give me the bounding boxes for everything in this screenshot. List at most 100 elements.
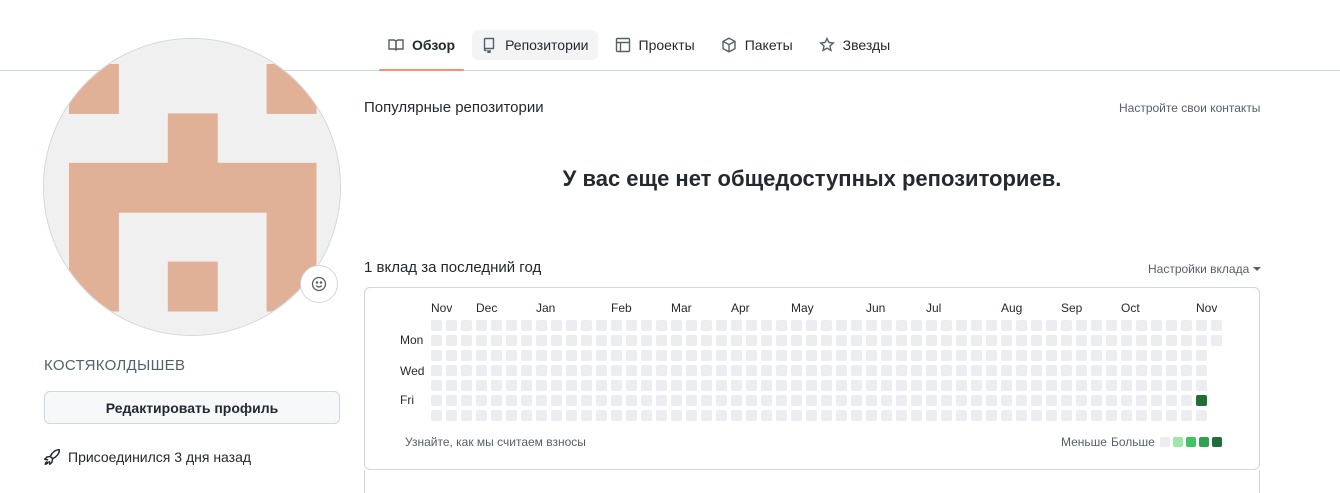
contribution-day-cell[interactable] xyxy=(1091,365,1102,376)
contribution-day-cell[interactable] xyxy=(1166,350,1177,361)
contribution-day-cell[interactable] xyxy=(806,380,817,391)
contribution-day-cell[interactable] xyxy=(491,320,502,331)
tab-packages[interactable]: Пакеты xyxy=(712,30,802,60)
contribution-day-cell[interactable] xyxy=(551,335,562,346)
contribution-day-cell[interactable] xyxy=(1001,335,1012,346)
contribution-day-cell[interactable] xyxy=(566,380,577,391)
contribution-day-cell[interactable] xyxy=(1136,365,1147,376)
contribution-day-cell[interactable] xyxy=(1196,365,1207,376)
contribution-day-cell[interactable] xyxy=(1136,410,1147,421)
contribution-day-cell[interactable] xyxy=(746,335,757,346)
contribution-day-cell[interactable] xyxy=(986,335,997,346)
contribution-day-cell[interactable] xyxy=(851,380,862,391)
contribution-day-cell[interactable] xyxy=(461,320,472,331)
contribution-day-cell[interactable] xyxy=(926,380,937,391)
contribution-day-cell[interactable] xyxy=(881,320,892,331)
contribution-day-cell[interactable] xyxy=(566,410,577,421)
contribution-day-cell[interactable] xyxy=(1031,320,1042,331)
contribution-day-cell[interactable] xyxy=(1136,380,1147,391)
contribution-day-cell[interactable] xyxy=(881,380,892,391)
contribution-day-cell[interactable] xyxy=(836,365,847,376)
contribution-day-cell[interactable] xyxy=(896,320,907,331)
contribution-day-cell[interactable] xyxy=(791,365,802,376)
contribution-day-cell[interactable] xyxy=(656,395,667,406)
contribution-day-cell[interactable] xyxy=(641,320,652,331)
contribution-day-cell[interactable] xyxy=(596,410,607,421)
contribution-day-cell[interactable] xyxy=(1106,410,1117,421)
contribution-day-cell[interactable] xyxy=(506,380,517,391)
contribution-day-cell[interactable] xyxy=(641,380,652,391)
contribution-day-cell[interactable] xyxy=(716,395,727,406)
contribution-day-cell[interactable] xyxy=(461,395,472,406)
contribution-day-cell[interactable] xyxy=(1076,365,1087,376)
contribution-day-cell[interactable] xyxy=(866,335,877,346)
contribution-day-cell[interactable] xyxy=(611,350,622,361)
contribution-day-cell[interactable] xyxy=(821,335,832,346)
contribution-day-cell[interactable] xyxy=(806,320,817,331)
contribution-day-cell[interactable] xyxy=(1121,365,1132,376)
contribution-day-cell[interactable] xyxy=(836,335,847,346)
contribution-day-cell[interactable] xyxy=(1001,350,1012,361)
contribution-day-cell[interactable] xyxy=(521,350,532,361)
contribution-day-cell[interactable] xyxy=(761,350,772,361)
contribution-day-cell[interactable] xyxy=(1121,395,1132,406)
set-status-button[interactable] xyxy=(300,265,338,303)
contribution-day-cell[interactable] xyxy=(911,320,922,331)
contribution-day-cell[interactable] xyxy=(1151,335,1162,346)
contribution-day-cell[interactable] xyxy=(611,380,622,391)
contribution-day-cell[interactable] xyxy=(611,335,622,346)
contribution-day-cell[interactable] xyxy=(491,365,502,376)
contribution-day-cell[interactable] xyxy=(926,320,937,331)
contribution-day-cell[interactable] xyxy=(551,365,562,376)
contribution-day-cell[interactable] xyxy=(1211,335,1222,346)
contribution-day-cell[interactable] xyxy=(911,395,922,406)
contribution-day-cell[interactable] xyxy=(701,350,712,361)
contribution-day-cell[interactable] xyxy=(776,350,787,361)
contribution-day-cell[interactable] xyxy=(971,365,982,376)
contribution-day-cell[interactable] xyxy=(806,410,817,421)
contribution-day-cell[interactable] xyxy=(521,380,532,391)
contribution-day-cell[interactable] xyxy=(1001,395,1012,406)
contribution-day-cell[interactable] xyxy=(656,365,667,376)
contribution-day-cell[interactable] xyxy=(926,335,937,346)
contribution-day-cell[interactable] xyxy=(701,380,712,391)
contribution-day-cell[interactable] xyxy=(791,410,802,421)
contribution-day-cell[interactable] xyxy=(1076,320,1087,331)
contribution-day-cell[interactable] xyxy=(1061,395,1072,406)
contribution-day-cell[interactable] xyxy=(506,395,517,406)
contribution-day-cell[interactable] xyxy=(1016,410,1027,421)
contribution-day-cell[interactable] xyxy=(491,395,502,406)
contribution-day-cell[interactable] xyxy=(731,320,742,331)
contribution-day-cell[interactable] xyxy=(461,380,472,391)
contribution-day-cell[interactable] xyxy=(1121,350,1132,361)
contribution-day-cell[interactable] xyxy=(986,380,997,391)
contribution-day-cell[interactable] xyxy=(491,350,502,361)
contribution-day-cell[interactable] xyxy=(1061,380,1072,391)
contribution-day-cell[interactable] xyxy=(431,320,442,331)
contribution-day-cell[interactable] xyxy=(986,350,997,361)
contribution-day-cell[interactable] xyxy=(671,380,682,391)
contribution-day-cell[interactable] xyxy=(1046,365,1057,376)
contribution-day-cell[interactable] xyxy=(716,410,727,421)
contribution-day-cell[interactable] xyxy=(986,365,997,376)
contribution-day-cell[interactable] xyxy=(1196,395,1207,406)
contribution-day-cell[interactable] xyxy=(911,365,922,376)
contribution-day-cell[interactable] xyxy=(1151,365,1162,376)
contribution-day-cell[interactable] xyxy=(716,380,727,391)
contribution-day-cell[interactable] xyxy=(626,335,637,346)
contribution-day-cell[interactable] xyxy=(836,395,847,406)
contribution-day-cell[interactable] xyxy=(1091,335,1102,346)
contribution-day-cell[interactable] xyxy=(1106,365,1117,376)
contribution-day-cell[interactable] xyxy=(656,380,667,391)
contribution-day-cell[interactable] xyxy=(746,380,757,391)
contribution-day-cell[interactable] xyxy=(941,350,952,361)
contribution-day-cell[interactable] xyxy=(851,350,862,361)
contribution-day-cell[interactable] xyxy=(926,350,937,361)
contribution-day-cell[interactable] xyxy=(566,335,577,346)
contribution-day-cell[interactable] xyxy=(1076,380,1087,391)
contribution-day-cell[interactable] xyxy=(566,320,577,331)
contribution-day-cell[interactable] xyxy=(971,410,982,421)
contribution-day-cell[interactable] xyxy=(896,380,907,391)
contribution-day-cell[interactable] xyxy=(866,365,877,376)
tab-stars[interactable]: Звезды xyxy=(810,30,900,60)
